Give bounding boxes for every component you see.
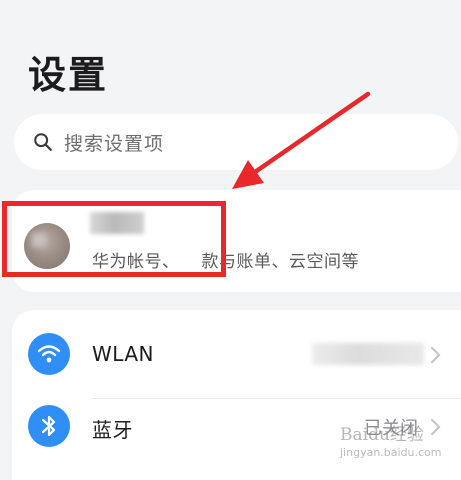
divider xyxy=(92,398,461,399)
search-placeholder: 搜索设置项 xyxy=(64,132,165,155)
page-title: 设置 xyxy=(28,53,109,97)
wifi-icon xyxy=(28,333,70,375)
watermark: Baidu经验 xyxy=(340,425,424,445)
bluetooth-icon xyxy=(28,405,70,447)
bluetooth-label: 蓝牙 xyxy=(92,418,133,442)
watermark-url: jingyan.baidu.com xyxy=(340,446,442,459)
wlan-value-redacted xyxy=(312,343,424,365)
search-bar[interactable]: 搜索设置项 xyxy=(14,114,458,170)
annotation-highlight-box xyxy=(2,201,226,277)
wlan-label: WLAN xyxy=(92,342,155,366)
search-icon xyxy=(34,133,52,151)
